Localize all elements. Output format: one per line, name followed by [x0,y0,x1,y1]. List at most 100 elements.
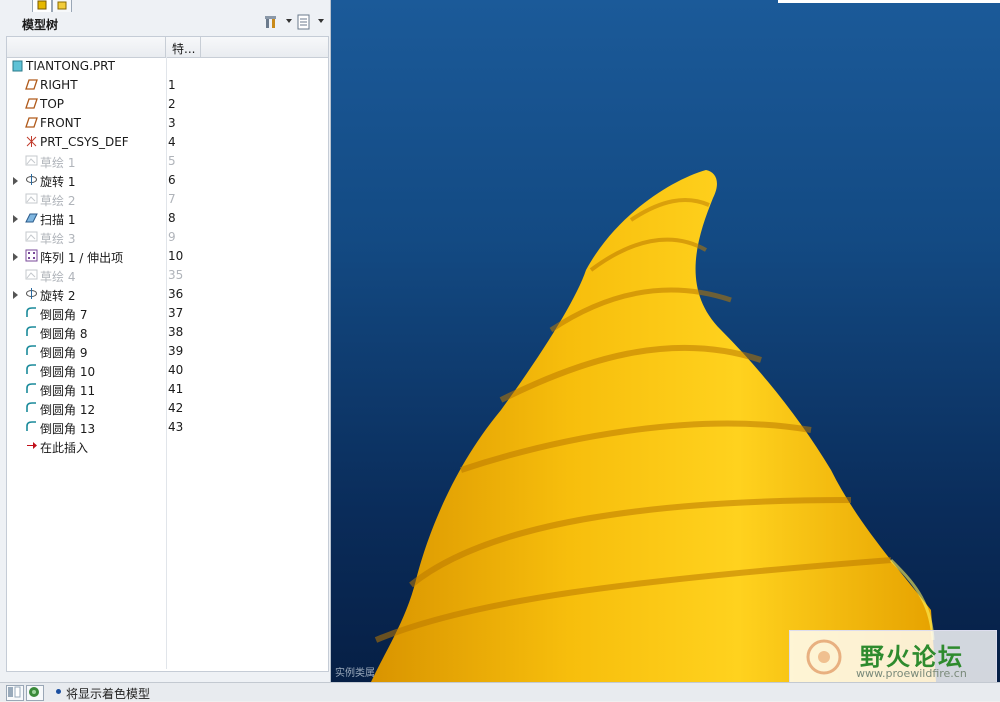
tree-item[interactable]: 草绘 2 7 [7,190,328,209]
tree-item[interactable]: 倒圆角 10 40 [7,361,328,380]
model-tree-panel: 模型树 特... TIANTONG.PRT RIGHT 1 TOP 2 FRON… [0,0,331,682]
tree-item-label: 在此插入 [40,441,89,455]
tree-item-label: 倒圆角 9 [40,346,88,360]
tree-item[interactable]: TOP 2 [7,95,328,114]
tree-item[interactable]: 倒圆角 8 38 [7,323,328,342]
tree-item[interactable]: 倒圆角 7 37 [7,304,328,323]
flower-logo-icon [806,639,842,675]
panel-tabs [0,0,330,13]
model-tree-header: 模型树 [6,12,326,34]
expand-arrow-icon[interactable] [13,291,18,299]
tree-item-label: 扫描 1 [40,213,76,227]
tree-item[interactable]: PRT_CSYS_DEF 4 [7,133,328,152]
revolve-icon [25,173,38,186]
sketch-icon [25,268,38,281]
column-header-feature-id[interactable]: 特... [172,40,195,57]
panel-title: 模型树 [22,18,59,32]
csys-icon [25,135,38,148]
graphics-viewport[interactable]: 实例类属 野火论坛 www.proewildfire.cn [331,0,1000,682]
round-icon [25,306,38,319]
tree-item-feature-number: 3 [168,116,176,130]
expand-arrow-icon[interactable] [13,177,18,185]
toggle-browser-button[interactable] [26,685,44,701]
part-icon [11,59,24,72]
tree-item-feature-number: 4 [168,135,176,149]
pattern-icon [25,249,38,262]
toggle-navigator-button[interactable] [6,685,24,701]
forum-watermark: 野火论坛 www.proewildfire.cn [789,630,997,682]
revolve-icon [25,287,38,300]
tree-item-feature-number: 1 [168,78,176,92]
sketch-icon [25,154,38,167]
tree-item-feature-number: 9 [168,230,176,244]
round-icon [25,420,38,433]
tree-item-feature-number: 39 [168,344,184,358]
tree-item[interactable]: 倒圆角 13 43 [7,418,328,437]
round-icon [25,401,38,414]
tree-item-feature-number: 8 [168,211,176,225]
column-divider[interactable] [200,37,201,57]
column-header-name[interactable] [7,37,166,57]
round-icon [25,325,38,338]
tree-item-label: 草绘 1 [40,156,76,170]
tree-item-label: 草绘 2 [40,194,76,208]
tree-item[interactable]: 在此插入 [7,437,328,456]
round-icon [25,382,38,395]
datum-plane-icon [25,97,38,110]
round-icon [25,363,38,376]
sketch-icon [25,230,38,243]
tree-item-feature-number: 2 [168,97,176,111]
status-dot-icon [56,689,61,694]
chevron-down-icon [318,19,324,23]
viewport-status-label: 实例类属 [335,668,375,679]
globe-icon [29,687,39,697]
tree-item-feature-number: 7 [168,192,176,206]
tree-item-label: 倒圆角 8 [40,327,88,341]
tree-item-label: 倒圆角 7 [40,308,88,322]
tree-item[interactable]: 旋转 2 36 [7,285,328,304]
tree-item-label: 倒圆角 13 [40,422,96,436]
tree-item[interactable]: RIGHT 1 [7,76,328,95]
tree-item-label: FRONT [40,116,81,130]
tree-item-label: TIANTONG.PRT [26,59,115,73]
tree-item[interactable]: 倒圆角 9 39 [7,342,328,361]
tree-item[interactable]: 草绘 4 35 [7,266,328,285]
list-icon [297,14,310,30]
insert-here-arrow-icon [25,439,38,452]
tree-item-feature-number: 6 [168,173,176,187]
tree-item[interactable]: 倒圆角 11 41 [7,380,328,399]
tree-item-feature-number: 5 [168,154,176,168]
tree-column-header: 特... [7,37,328,58]
tree-item[interactable]: 阵列 1 / 伸出项 10 [7,247,328,266]
tree-item-label: 草绘 4 [40,270,76,284]
model-tree: 特... TIANTONG.PRT RIGHT 1 TOP 2 FRONT 3 PRT_CSY… [6,36,329,672]
tree-item-feature-number: 38 [168,325,184,339]
datum-plane-icon [25,116,38,129]
tree-item[interactable]: 倒圆角 12 42 [7,399,328,418]
watermark-url: www.proewildfire.cn [856,667,967,680]
tree-item-feature-number: 43 [168,420,184,434]
tree-item-feature-number: 35 [168,268,184,282]
tree-item-feature-number: 37 [168,306,184,320]
tree-item-label: 旋转 2 [40,289,76,303]
datum-plane-icon [25,78,38,91]
tree-item[interactable]: 草绘 3 9 [7,228,328,247]
tree-item[interactable]: 扫描 1 8 [7,209,328,228]
tree-item[interactable]: 旋转 1 6 [7,171,328,190]
expand-arrow-icon[interactable] [13,253,18,261]
tree-item[interactable]: TIANTONG.PRT [7,57,328,76]
tools-icon [265,16,276,28]
navigator-icon [8,686,21,698]
tree-item-label: 倒圆角 12 [40,403,96,417]
tree-item-feature-number: 42 [168,401,184,415]
tree-show-button[interactable] [296,14,324,32]
tree-item[interactable]: FRONT 3 [7,114,328,133]
tree-item-label: 旋转 1 [40,175,76,189]
sketch-icon [25,192,38,205]
tree-item-label: 阵列 1 / 伸出项 [40,251,124,265]
chevron-down-icon [286,19,292,23]
tree-item[interactable]: 草绘 1 5 [7,152,328,171]
tree-item-feature-number: 10 [168,249,184,263]
expand-arrow-icon[interactable] [13,215,18,223]
tree-settings-button[interactable] [264,14,292,32]
